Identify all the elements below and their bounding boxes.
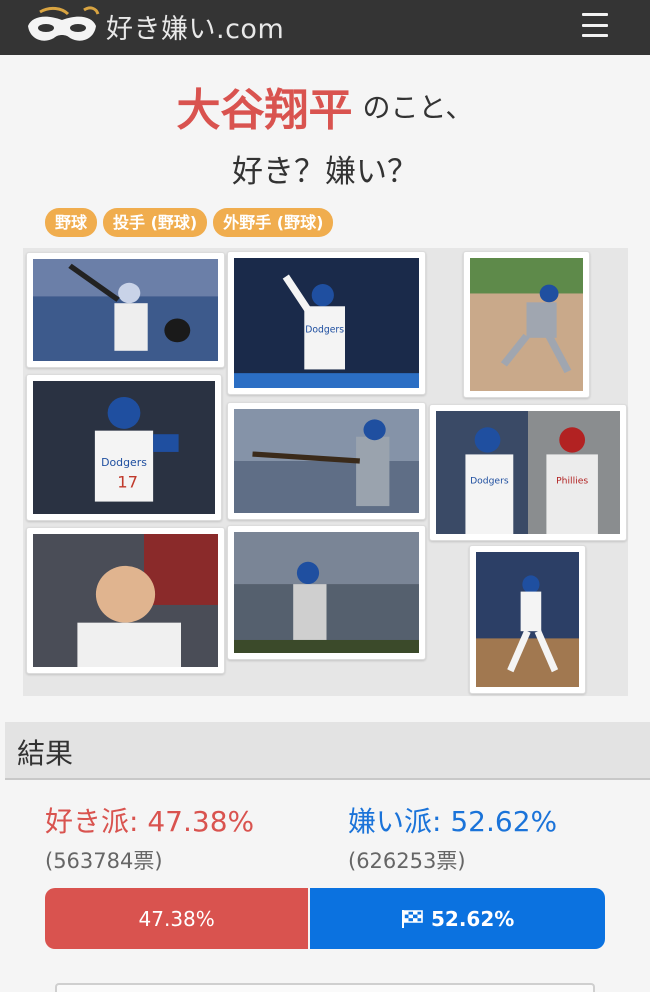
- like-percent-text: : 47.38%: [129, 805, 255, 838]
- like-percentage: 好き派: 47.38%: [45, 800, 254, 840]
- mask-logo-icon: [22, 4, 102, 48]
- vote-result-bar: 47.38% 52.62%: [45, 888, 605, 949]
- next-section-edge: [55, 983, 595, 992]
- site-logo[interactable]: 好き嫌い.com: [22, 2, 284, 50]
- svg-text:Dodgers: Dodgers: [470, 476, 509, 486]
- photo-swing-follow[interactable]: [469, 545, 586, 694]
- like-bar-label: 47.38%: [138, 906, 215, 931]
- tag-pitcher[interactable]: 投手 (野球): [103, 208, 208, 237]
- checkered-flag-icon: [401, 909, 425, 929]
- topic-question: 好き？嫌い？: [232, 154, 418, 190]
- svg-text:Dodgers: Dodgers: [305, 324, 344, 335]
- hamburger-menu-icon[interactable]: [582, 13, 608, 37]
- photo-gallery: Dodgers 17 Dodgers Dodgers Phillies: [23, 248, 628, 696]
- like-bar-segment: 47.38%: [45, 888, 311, 949]
- topic-name[interactable]: 大谷翔平: [177, 85, 353, 136]
- photo-swing-road[interactable]: [227, 402, 426, 520]
- photo-smiling-dugout[interactable]: [26, 527, 225, 674]
- photo-with-phillies[interactable]: Dodgers Phillies: [429, 404, 627, 541]
- page-title: 大谷翔平 のこと、: [0, 74, 650, 138]
- photo-pitching[interactable]: [463, 251, 590, 398]
- photo-dodgers-17[interactable]: Dodgers 17: [26, 374, 222, 521]
- result-section-header: 結果: [5, 722, 650, 780]
- svg-text:Phillies: Phillies: [556, 476, 588, 486]
- photo-celebrating[interactable]: Dodgers: [227, 251, 426, 395]
- topic-suffix: のこと、: [362, 91, 474, 124]
- dislike-vote-count: (626253票): [348, 849, 466, 873]
- dislike-percent-text: : 52.62%: [432, 805, 558, 838]
- tag-outfielder[interactable]: 外野手 (野球): [213, 208, 334, 237]
- dislike-bar-segment: 52.62%: [310, 888, 605, 949]
- site-name: 好き嫌い.com: [106, 13, 285, 45]
- like-label: 好き派: [45, 805, 130, 838]
- result-title: 結果: [17, 737, 74, 770]
- top-navbar: 好き嫌い.com: [0, 0, 650, 55]
- tag-baseball[interactable]: 野球: [45, 208, 98, 237]
- dislike-bar-label: 52.62%: [431, 906, 515, 931]
- tag-list: 野球 投手 (野球) 外野手 (野球): [45, 208, 334, 237]
- photo-batting[interactable]: [26, 252, 225, 368]
- photo-running-bases[interactable]: [227, 525, 426, 660]
- svg-text:Dodgers: Dodgers: [101, 456, 147, 469]
- dislike-percentage: 嫌い派: 52.62%: [348, 800, 557, 840]
- svg-text:17: 17: [117, 473, 138, 492]
- like-vote-count: (563784票): [45, 849, 163, 873]
- dislike-label: 嫌い派: [348, 805, 433, 838]
